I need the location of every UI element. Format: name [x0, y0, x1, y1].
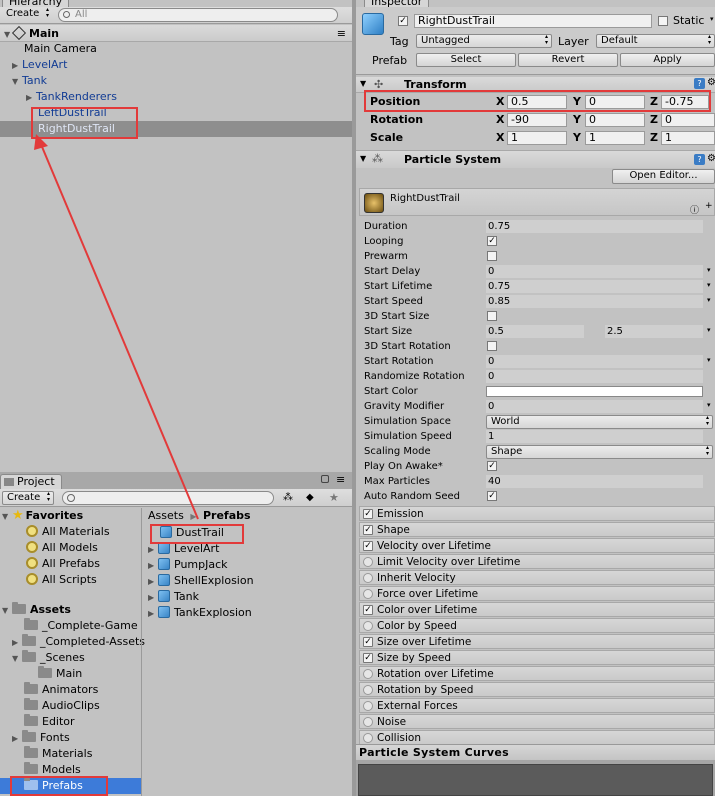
annotation-arrow-line [39, 141, 199, 520]
annotation-arrow-head [34, 134, 48, 150]
annotation-arrow [34, 134, 199, 520]
